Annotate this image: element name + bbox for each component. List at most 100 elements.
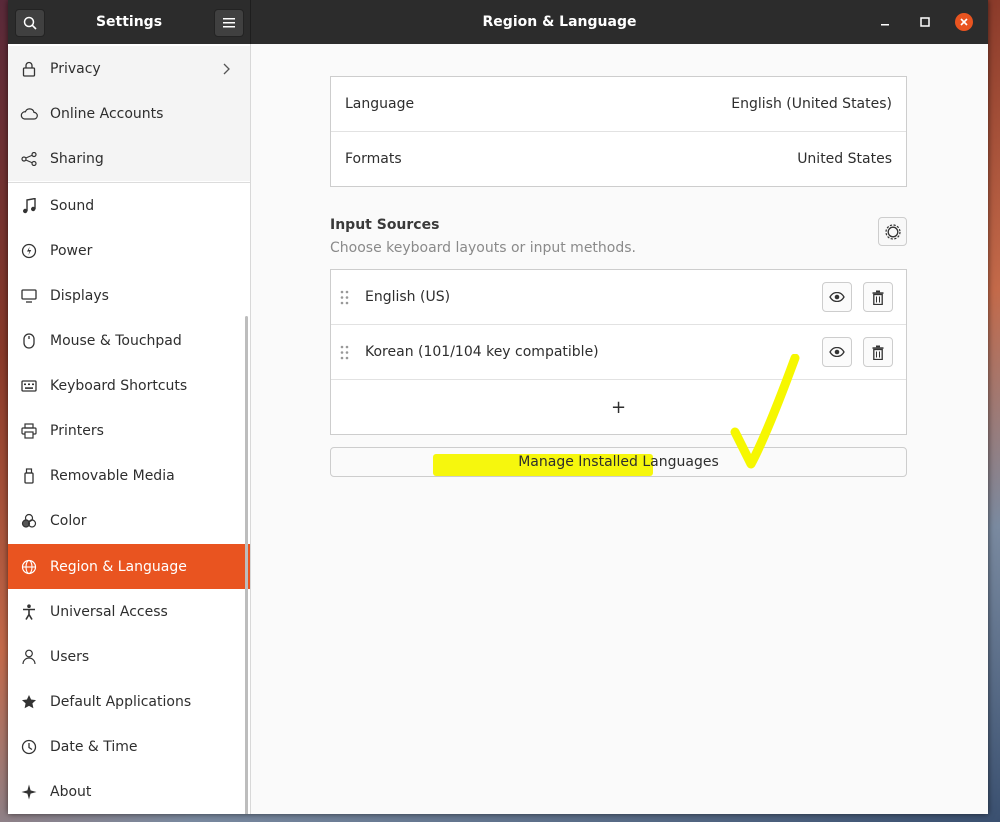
input-source-label: Korean (101/104 key compatible): [365, 344, 599, 360]
page-title: Region & Language: [482, 14, 637, 30]
sparkle-icon: [8, 784, 50, 800]
sidebar-header: Settings: [8, 0, 251, 44]
printer-icon: [8, 422, 50, 439]
search-icon: [23, 16, 37, 30]
gear-icon: [884, 223, 901, 240]
sidebar: Privacy Online Accounts Sharing Sound Po…: [8, 44, 251, 814]
manage-installed-languages-label: Manage Installed Languages: [518, 454, 719, 470]
sidebar-item-power[interactable]: Power: [8, 228, 250, 273]
sidebar-item-label: Privacy: [50, 60, 101, 77]
chevron-right-icon: [223, 63, 230, 74]
close-icon: [960, 18, 968, 26]
sidebar-item-label: Printers: [50, 422, 104, 439]
sidebar-item-online-accounts[interactable]: Online Accounts: [8, 91, 250, 136]
language-label: Language: [345, 96, 415, 112]
preview-layout-button[interactable]: [822, 282, 852, 312]
mouse-icon: [8, 332, 50, 349]
sidebar-item-displays[interactable]: Displays: [8, 273, 250, 318]
input-source-row[interactable]: English (US): [331, 270, 906, 325]
input-sources-options-button[interactable]: [878, 217, 907, 246]
sidebar-item-label: Removable Media: [50, 467, 175, 484]
sidebar-item-label: Mouse & Touchpad: [50, 332, 182, 349]
remove-input-source-button[interactable]: [863, 282, 893, 312]
sidebar-item-about[interactable]: About: [8, 769, 250, 814]
sidebar-item-mouse-touchpad[interactable]: Mouse & Touchpad: [8, 318, 250, 363]
sidebar-item-label: Power: [50, 242, 93, 259]
star-icon: [8, 694, 50, 710]
drag-handle-icon[interactable]: [340, 290, 349, 305]
sidebar-item-label: Color: [50, 512, 87, 529]
sidebar-item-color[interactable]: Color: [8, 498, 250, 543]
maximize-button[interactable]: [916, 13, 934, 31]
sidebar-item-label: Date & Time: [50, 738, 138, 755]
accessibility-icon: [8, 603, 50, 620]
manage-installed-languages-button[interactable]: Manage Installed Languages: [330, 447, 907, 477]
display-icon: [8, 288, 50, 303]
lock-icon: [8, 61, 50, 77]
language-row[interactable]: Language English (United States): [331, 77, 906, 132]
checkmark-annotation: [730, 354, 800, 469]
input-source-row[interactable]: Korean (101/104 key compatible): [331, 325, 906, 380]
sidebar-item-region-language[interactable]: Region & Language: [8, 544, 250, 589]
add-icon: +: [610, 397, 627, 418]
formats-value: United States: [797, 151, 892, 167]
sidebar-item-sound[interactable]: Sound: [8, 183, 250, 228]
sidebar-item-label: Displays: [50, 287, 109, 304]
sidebar-item-label: Online Accounts: [50, 105, 164, 122]
maximize-icon: [920, 17, 930, 27]
menu-button[interactable]: [214, 9, 244, 37]
input-source-label: English (US): [365, 289, 451, 305]
keyboard-icon: [8, 379, 50, 392]
settings-window: Settings Region & Language Privacy Onlin…: [8, 0, 988, 814]
sidebar-item-label: Universal Access: [50, 603, 168, 620]
user-icon: [8, 649, 50, 665]
eye-icon: [829, 347, 845, 357]
sidebar-item-label: About: [50, 783, 92, 800]
eye-icon: [829, 292, 845, 302]
sidebar-scrollbar[interactable]: [245, 316, 248, 814]
globe-icon: [8, 559, 50, 575]
sidebar-item-privacy[interactable]: Privacy: [8, 46, 250, 91]
trash-icon: [872, 345, 884, 360]
sidebar-title: Settings: [95, 14, 163, 30]
sidebar-item-default-applications[interactable]: Default Applications: [8, 679, 250, 724]
share-icon: [8, 151, 50, 166]
input-sources-title: Input Sources: [330, 217, 440, 233]
sidebar-item-label: Keyboard Shortcuts: [50, 377, 188, 394]
input-sources-list: English (US) Korean (101/104 key compati…: [330, 269, 907, 435]
add-input-source-button[interactable]: +: [331, 380, 906, 435]
sidebar-item-label: Default Applications: [50, 693, 192, 710]
input-sources-subtitle: Choose keyboard layouts or input methods…: [330, 240, 636, 256]
remove-input-source-button[interactable]: [863, 337, 893, 367]
sidebar-item-removable-media[interactable]: Removable Media: [8, 453, 250, 498]
cloud-icon: [8, 107, 50, 120]
hamburger-icon: [223, 18, 235, 28]
sidebar-item-label: Sharing: [50, 150, 104, 167]
color-icon: [8, 513, 50, 529]
music-note-icon: [8, 197, 50, 214]
sidebar-item-label: Sound: [50, 197, 95, 214]
trash-icon: [872, 290, 884, 305]
header-bar: Settings Region & Language: [8, 0, 988, 44]
sidebar-item-date-time[interactable]: Date & Time: [8, 724, 250, 769]
main-panel: Language English (United States) Formats…: [251, 44, 988, 814]
language-formats-list: Language English (United States) Formats…: [330, 76, 907, 187]
sidebar-item-sharing[interactable]: Sharing: [8, 136, 250, 181]
preview-layout-button[interactable]: [822, 337, 852, 367]
drag-handle-icon[interactable]: [340, 345, 349, 360]
power-icon: [8, 243, 50, 259]
sidebar-item-label: Region & Language: [50, 558, 187, 575]
sidebar-item-keyboard-shortcuts[interactable]: Keyboard Shortcuts: [8, 363, 250, 408]
usb-icon: [8, 467, 50, 484]
minimize-button[interactable]: [876, 13, 894, 31]
sidebar-item-users[interactable]: Users: [8, 634, 250, 679]
sidebar-item-printers[interactable]: Printers: [8, 408, 250, 453]
search-button[interactable]: [15, 9, 45, 37]
clock-icon: [8, 739, 50, 755]
sidebar-item-label: Users: [50, 648, 90, 665]
sidebar-item-universal-access[interactable]: Universal Access: [8, 589, 250, 634]
formats-label: Formats: [345, 151, 402, 167]
close-button[interactable]: [955, 13, 973, 31]
minimize-icon: [881, 24, 889, 26]
formats-row[interactable]: Formats United States: [331, 132, 906, 187]
